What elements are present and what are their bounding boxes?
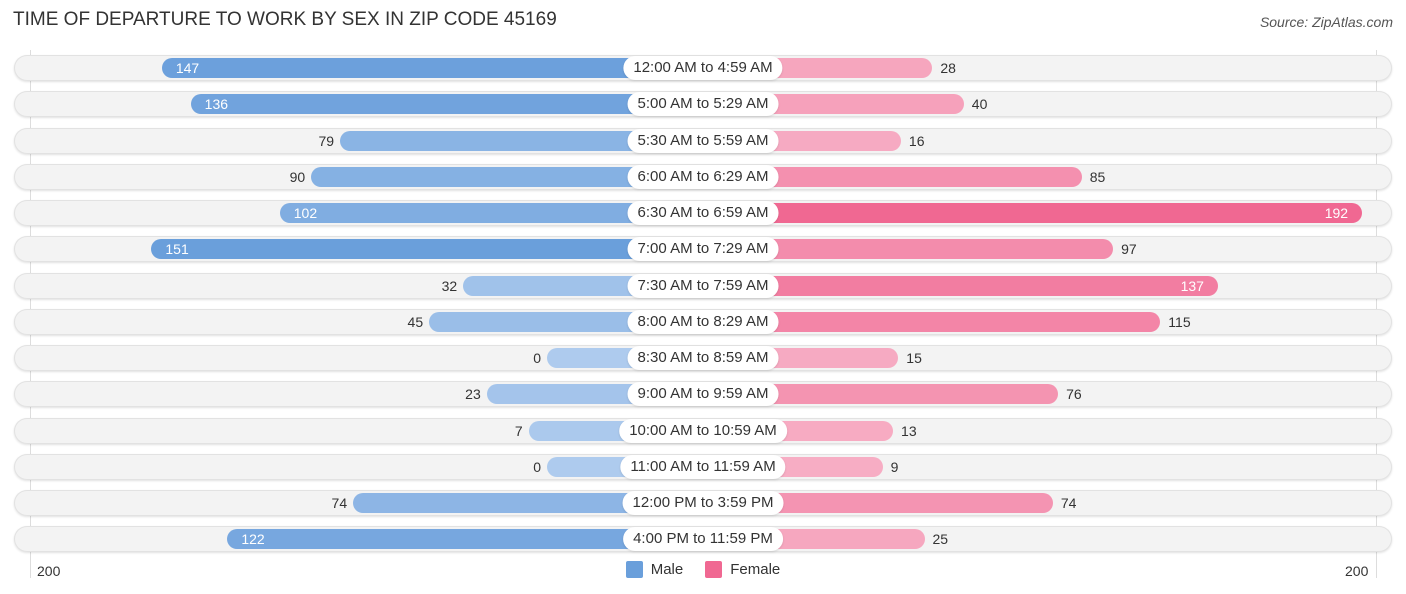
legend-item-male[interactable]: Male bbox=[625, 561, 684, 578]
female-value-label: 76 bbox=[1066, 386, 1082, 403]
source-label: Source: ZipAtlas.com bbox=[1259, 14, 1393, 30]
category-label: 5:00 AM to 5:29 AM bbox=[627, 92, 779, 117]
female-value-label: 9 bbox=[890, 458, 899, 475]
female-value-label: 28 bbox=[940, 60, 956, 76]
male-bar[interactable] bbox=[190, 94, 703, 115]
male-value-label: 32 bbox=[441, 277, 458, 294]
male-value-label: 151 bbox=[165, 241, 189, 258]
female-value-label: 40 bbox=[971, 96, 988, 113]
female-value-label: 115 bbox=[1168, 313, 1191, 330]
category-label: 6:00 AM to 6:29 AM bbox=[627, 164, 779, 189]
male-bar[interactable] bbox=[161, 58, 703, 78]
male-value-label: 136 bbox=[204, 96, 229, 113]
male-value-label: 74 bbox=[331, 495, 348, 511]
category-label: 11:00 AM to 11:59 AM bbox=[620, 454, 786, 479]
female-bar[interactable] bbox=[703, 275, 1218, 296]
male-bar[interactable] bbox=[151, 239, 703, 260]
legend-label-male: Male bbox=[650, 561, 684, 578]
male-value-label: 0 bbox=[533, 458, 541, 475]
male-value-label: 122 bbox=[241, 531, 265, 548]
category-label: 7:00 AM to 7:29 AM bbox=[627, 237, 779, 262]
male-value-label: 90 bbox=[289, 168, 306, 185]
male-value-label: 79 bbox=[318, 132, 335, 149]
category-label: 9:00 AM to 9:59 AM bbox=[627, 382, 779, 407]
category-label: 8:30 AM to 8:59 AM bbox=[627, 346, 779, 370]
category-label: 5:30 AM to 5:59 AM bbox=[627, 128, 779, 153]
male-value-label: 102 bbox=[293, 205, 318, 221]
male-value-label: 23 bbox=[465, 386, 481, 403]
legend: Male Female bbox=[0, 561, 1406, 578]
category-label: 12:00 AM to 4:59 AM bbox=[623, 56, 783, 80]
female-value-label: 74 bbox=[1060, 495, 1077, 511]
male-value-label: 147 bbox=[175, 60, 200, 76]
male-value-label: 45 bbox=[407, 313, 424, 330]
female-bar[interactable] bbox=[703, 203, 1363, 223]
female-value-label: 16 bbox=[908, 132, 925, 149]
female-value-label: 137 bbox=[1180, 277, 1204, 294]
female-value-label: 25 bbox=[932, 531, 949, 548]
legend-swatch-female bbox=[705, 561, 723, 578]
chart-title: TIME OF DEPARTURE TO WORK BY SEX IN ZIP … bbox=[13, 9, 557, 30]
female-value-label: 13 bbox=[901, 422, 917, 439]
female-value-label: 85 bbox=[1089, 168, 1106, 185]
male-value-label: 0 bbox=[533, 350, 541, 366]
category-label: 6:30 AM to 6:59 AM bbox=[627, 201, 779, 225]
female-value-label: 15 bbox=[906, 350, 922, 366]
category-label: 7:30 AM to 7:59 AM bbox=[627, 273, 779, 298]
legend-swatch-male bbox=[625, 561, 643, 578]
legend-item-female[interactable]: Female bbox=[705, 561, 780, 578]
category-label: 12:00 PM to 3:59 PM bbox=[622, 491, 784, 515]
male-value-label: 7 bbox=[514, 422, 523, 439]
category-label: 8:00 AM to 8:29 AM bbox=[627, 309, 779, 334]
category-label: 10:00 AM to 10:59 AM bbox=[619, 418, 787, 443]
female-value-label: 97 bbox=[1121, 241, 1137, 258]
legend-label-female: Female bbox=[730, 561, 781, 578]
category-label: 4:00 PM to 11:59 PM bbox=[623, 527, 783, 552]
female-value-label: 192 bbox=[1324, 205, 1349, 221]
